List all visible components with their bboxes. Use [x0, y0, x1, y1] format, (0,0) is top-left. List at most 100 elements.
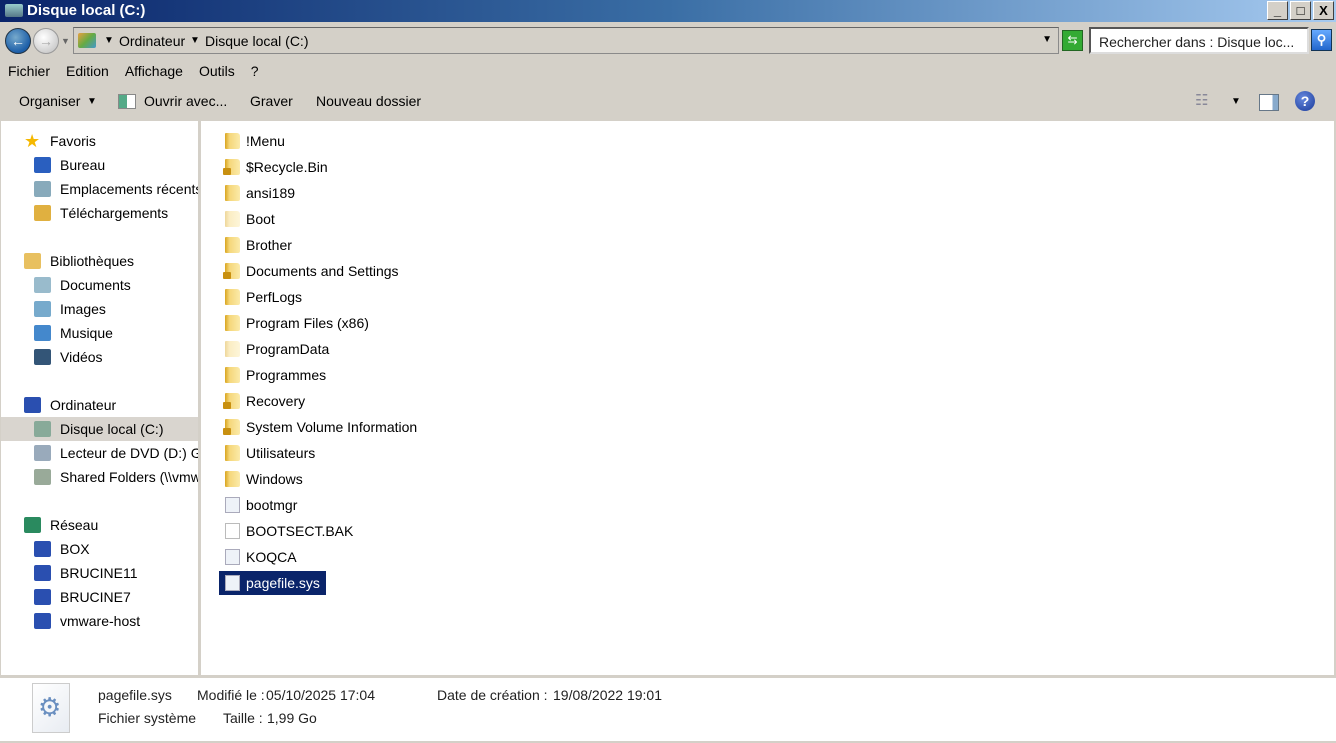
search-icon[interactable]: ⚲ [1311, 29, 1332, 51]
maximize-button[interactable]: □ [1290, 1, 1311, 20]
folder-icon [225, 289, 240, 305]
view-dropdown-icon[interactable]: ▼ [1231, 96, 1241, 107]
file-item[interactable]: Programmes [219, 363, 332, 387]
downloads-icon [34, 205, 51, 221]
file-name: Windows [246, 471, 303, 487]
menu-outils[interactable]: Outils [191, 60, 243, 82]
sidebar-item-shared-folders-vmw[interactable]: Shared Folders (\\vmw [1, 465, 198, 489]
sidebar-item-ordinateur[interactable]: Ordinateur [1, 393, 198, 417]
file-name: Utilisateurs [246, 445, 316, 461]
sidebar-item-lecteur-de-dvd-d-g[interactable]: Lecteur de DVD (D:) G [1, 441, 198, 465]
file-name: !Menu [246, 133, 285, 149]
sidebar-item-t-l-chargements[interactable]: Téléchargements [1, 201, 198, 225]
crumb-separator-icon[interactable]: ▼ [104, 35, 114, 46]
music-icon [34, 325, 51, 341]
sidebar-item-bureau[interactable]: Bureau [1, 153, 198, 177]
file-item[interactable]: !Menu [219, 129, 291, 153]
file-list: !Menu $Recycle.Bin ansi189 Boot Brother Docum… [201, 121, 1334, 675]
videos-icon [34, 349, 51, 365]
menu-edition[interactable]: Edition [58, 60, 117, 82]
address-dropdown-icon[interactable]: ▼ [1042, 34, 1052, 45]
sidebar-item-vmware-host[interactable]: vmware-host [1, 609, 198, 633]
file-item[interactable]: Brother [219, 233, 298, 257]
drive-icon [34, 421, 51, 437]
search-input[interactable]: Rechercher dans : Disque loc... [1089, 27, 1309, 54]
back-button[interactable]: ← [5, 28, 31, 54]
new-folder-button[interactable]: Nouveau dossier [316, 93, 421, 109]
sidebar-item-musique[interactable]: Musique [1, 321, 198, 345]
forward-button[interactable]: → [33, 28, 59, 54]
file-item[interactable]: bootmgr [219, 493, 303, 517]
file-item[interactable]: Program Files (x86) [219, 311, 375, 335]
hidden-folder-icon [225, 341, 240, 357]
file-name: pagefile.sys [246, 575, 320, 591]
sidebar-item-box[interactable]: BOX [1, 537, 198, 561]
system-file-icon [32, 683, 70, 733]
file-item[interactable]: BOOTSECT.BAK [219, 519, 359, 543]
sidebar-item-label: BRUCINE7 [60, 589, 131, 605]
address-field[interactable]: ▼ Ordinateur ▼ Disque local (C:) ▼ [73, 27, 1059, 54]
sidebar-item-emplacements-r-cents[interactable]: Emplacements récents [1, 177, 198, 201]
close-button[interactable]: X [1313, 1, 1334, 20]
documents-icon [34, 277, 51, 293]
lock-icon [223, 428, 231, 435]
folder-icon [225, 237, 240, 253]
breadcrumb-ordinateur[interactable]: Ordinateur [119, 33, 185, 49]
preview-pane-icon[interactable] [1259, 94, 1279, 111]
crumb-separator-icon[interactable]: ▼ [190, 35, 200, 46]
sidebar-item-disque-local-c[interactable]: Disque local (C:) [1, 417, 198, 441]
sidebar-item-brucine7[interactable]: BRUCINE7 [1, 585, 198, 609]
file-item[interactable]: System Volume Information [219, 415, 423, 439]
sidebar-item-label: Musique [60, 325, 113, 341]
folder-icon [225, 133, 240, 149]
sidebar-item-biblioth-ques[interactable]: Bibliothèques [1, 249, 198, 273]
organize-dropdown-icon[interactable]: ▼ [87, 96, 97, 107]
sidebar-item-label: Ordinateur [50, 397, 117, 413]
lock-icon [223, 168, 231, 175]
breadcrumb-disque-local[interactable]: Disque local (C:) [205, 33, 308, 49]
view-options-icon[interactable]: ☷ [1195, 91, 1208, 109]
burn-button[interactable]: Graver [250, 93, 293, 109]
folder-icon [225, 367, 240, 383]
file-item[interactable]: ProgramData [219, 337, 335, 361]
sidebar-item-r-seau[interactable]: Réseau [1, 513, 198, 537]
file-item[interactable]: PerfLogs [219, 285, 308, 309]
history-dropdown-icon[interactable]: ▼ [61, 36, 70, 46]
sidebar-item-label: Vidéos [60, 349, 103, 365]
menu-fichier[interactable]: Fichier [0, 60, 58, 82]
sidebar-item-images[interactable]: Images [1, 297, 198, 321]
file-name: ansi189 [246, 185, 296, 201]
details-created-value: 19/08/2022 19:01 [553, 687, 662, 703]
file-item[interactable]: Boot [219, 207, 281, 231]
sidebar-item-label: Emplacements récents [60, 181, 198, 197]
folder-icon [225, 445, 240, 461]
computer-icon [34, 565, 51, 581]
file-item[interactable]: ansi189 [219, 181, 301, 205]
file-item[interactable]: Documents and Settings [219, 259, 405, 283]
refresh-icon[interactable]: ⇆ [1062, 30, 1083, 51]
title-bar: Disque local (C:) _ □ X [0, 0, 1336, 22]
file-name: Boot [246, 211, 275, 227]
navigation-pane: ★ Favoris Bureau Emplacements récents Téléch… [1, 121, 198, 675]
file-item[interactable]: Utilisateurs [219, 441, 321, 465]
sidebar-item-vid-os[interactable]: Vidéos [1, 345, 198, 369]
minimize-button[interactable]: _ [1267, 1, 1288, 20]
file-item[interactable]: KOQCA [219, 545, 303, 569]
details-size-value: 1,99 Go [267, 710, 317, 726]
sidebar-item-documents[interactable]: Documents [1, 273, 198, 297]
computer-icon [34, 541, 51, 557]
file-item[interactable]: Recovery [219, 389, 311, 413]
file-item[interactable]: $Recycle.Bin [219, 155, 334, 179]
sidebar-item-favoris[interactable]: ★ Favoris [1, 129, 198, 153]
organize-button[interactable]: Organiser [19, 93, 80, 109]
sidebar-item-label: Téléchargements [60, 205, 169, 221]
details-modified-value: 05/10/2025 17:04 [266, 687, 375, 703]
recent-places-icon [34, 181, 51, 197]
menu-help[interactable]: ? [243, 60, 267, 82]
open-with-button[interactable]: Ouvrir avec... [144, 93, 227, 109]
help-icon[interactable]: ? [1295, 91, 1315, 111]
file-item[interactable]: pagefile.sys [219, 571, 326, 595]
menu-affichage[interactable]: Affichage [117, 60, 191, 82]
file-item[interactable]: Windows [219, 467, 309, 491]
sidebar-item-brucine11[interactable]: BRUCINE11 [1, 561, 198, 585]
